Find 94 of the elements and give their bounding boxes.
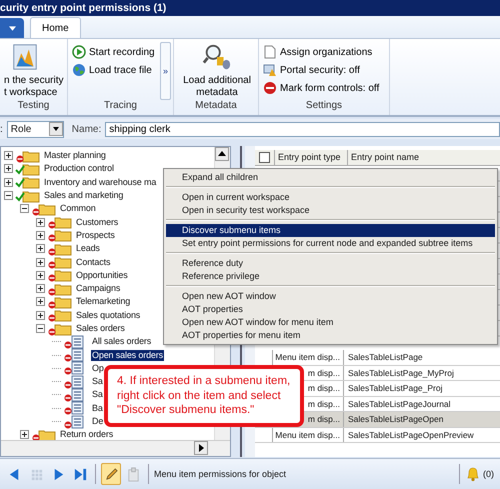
play-icon — [72, 45, 86, 59]
window-title: curity entry point permissions (1) — [0, 0, 500, 16]
ribbon-button[interactable]: Start recording — [72, 44, 155, 60]
expand-icon[interactable] — [36, 310, 45, 320]
tree-item[interactable]: Prospects — [75, 230, 116, 241]
tree-item[interactable]: Sales and marketing — [43, 190, 124, 202]
menu-item[interactable]: Expand all children — [166, 171, 495, 184]
tree-item[interactable]: Opportunities — [75, 270, 129, 281]
type-dropdown[interactable]: Role — [6, 120, 64, 138]
ribbon-button[interactable]: Portal security: off — [263, 62, 380, 78]
expand-icon[interactable] — [36, 270, 45, 280]
group-label: Testing — [16, 100, 50, 113]
tree-item[interactable]: Master planning — [43, 150, 107, 162]
tree-item[interactable]: Leads — [75, 243, 101, 254]
type-label: : — [0, 124, 3, 134]
ribbon-button[interactable]: Mark form controls: off — [263, 80, 380, 96]
ribbon-button[interactable]: Load trace file — [72, 62, 155, 78]
tree-item[interactable]: Production control — [43, 163, 115, 174]
tree-item[interactable]: All sales orders — [91, 336, 152, 348]
edit-button[interactable] — [101, 463, 121, 485]
bell-icon[interactable] — [465, 466, 481, 482]
tree-item[interactable]: Sa — [91, 389, 104, 400]
expand-icon[interactable] — [4, 151, 13, 160]
scroll-up-icon[interactable] — [215, 147, 229, 161]
menu-item[interactable]: Discover submenu items — [166, 224, 495, 237]
expand-icon[interactable] — [36, 244, 45, 254]
alert-count: (0) — [483, 469, 494, 479]
tree-item[interactable]: Telemarketing — [75, 296, 132, 308]
tree-item[interactable]: Open sales orders — [91, 350, 164, 361]
ribbon-button[interactable]: Assign organizations — [263, 44, 380, 60]
no-entry-icon — [263, 81, 277, 95]
ribbon-tab[interactable]: Home — [30, 17, 81, 38]
menu-item[interactable]: AOT properties for menu item — [166, 329, 495, 342]
pencil-icon — [104, 466, 118, 482]
tree-item[interactable]: Campaigns — [75, 283, 122, 294]
group-label: Metadata — [194, 100, 238, 113]
expand-icon[interactable] — [20, 430, 29, 440]
expand-icon[interactable] — [36, 218, 45, 227]
ribbon-button[interactable]: Load additional metadata — [178, 42, 256, 100]
status-text: Menu item permissions for object — [154, 469, 286, 479]
name-label: Name: — [72, 124, 102, 134]
expand-icon[interactable] — [36, 297, 45, 306]
table-cell[interactable]: SalesTableListPage — [344, 350, 500, 364]
tree-item[interactable]: Sales quotations — [75, 310, 142, 321]
table-cell[interactable]: SalesTableListPage_Proj — [344, 381, 500, 396]
column-header[interactable]: Entry point type — [274, 150, 347, 165]
expand-icon[interactable] — [36, 258, 45, 267]
ribbon-button[interactable]: n the security t workspace — [4, 42, 65, 100]
tree-item[interactable]: De — [91, 416, 104, 428]
last-icon — [72, 466, 88, 482]
name-field[interactable]: shipping clerk — [105, 122, 500, 136]
clipboard-icon — [126, 466, 140, 482]
tree-item[interactable]: Ba — [91, 402, 104, 414]
collapse-icon[interactable] — [36, 324, 45, 333]
menu-item[interactable]: Open new AOT window for menu item — [166, 316, 495, 329]
tree-item[interactable]: Op — [91, 362, 105, 374]
magnifier-icon — [202, 42, 232, 72]
tree-item[interactable]: Common — [59, 203, 97, 214]
portal-icon — [263, 63, 277, 77]
expand-icon[interactable] — [36, 284, 45, 294]
group-label: Settings — [304, 100, 344, 113]
horizontal-scrollbar[interactable] — [1, 440, 230, 456]
menu-item[interactable]: Open new AOT window — [166, 290, 495, 303]
tree-item[interactable]: Sales orders — [75, 323, 126, 334]
table-cell[interactable]: SalesTableListPageOpen — [344, 412, 500, 426]
globe-icon — [72, 63, 86, 77]
tree-item[interactable]: Return orders — [59, 429, 114, 440]
document-icon — [263, 45, 277, 59]
tree-item[interactable]: Sa — [91, 376, 104, 388]
menu-item[interactable]: Open in security test workspace — [166, 204, 495, 217]
caret-icon — [8, 26, 16, 30]
menu-item[interactable]: AOT properties — [166, 303, 495, 316]
expand-icon[interactable] — [4, 178, 13, 187]
collapse-icon[interactable] — [20, 204, 29, 214]
menu-item[interactable]: Set entry point permissions for current node and expanded subtree items — [166, 237, 495, 250]
column-header[interactable]: Entry point name — [347, 150, 500, 165]
menu-item[interactable]: Reference duty — [166, 257, 495, 270]
group-label: Tracing — [103, 100, 138, 113]
overflow-button[interactable]: » — [160, 42, 171, 100]
collapse-icon[interactable] — [4, 191, 13, 200]
expand-icon[interactable] — [4, 164, 13, 174]
table-cell[interactable]: SalesTableListPage_MyProj — [344, 366, 500, 380]
table-cell[interactable]: SalesTableListPageOpenPreview — [344, 428, 500, 442]
scroll-right-icon[interactable] — [194, 441, 208, 455]
tree-item[interactable]: Customers — [75, 216, 120, 228]
tree-item[interactable]: Contacts — [75, 256, 112, 268]
application-menu-button[interactable] — [0, 18, 24, 38]
menu-item[interactable]: Reference privilege — [166, 270, 495, 283]
menu-item[interactable]: Open in current workspace — [166, 191, 495, 204]
expand-icon[interactable] — [36, 230, 45, 240]
tree-item[interactable]: Inventory and warehouse ma — [43, 176, 158, 188]
select-all-checkbox[interactable] — [259, 152, 270, 163]
table-cell[interactable]: SalesTableListPageJournal — [344, 396, 500, 411]
instruction-tooltip: 4. If interested in a submenu item, right click on the item and select "Discover submenu items." — [104, 365, 304, 426]
